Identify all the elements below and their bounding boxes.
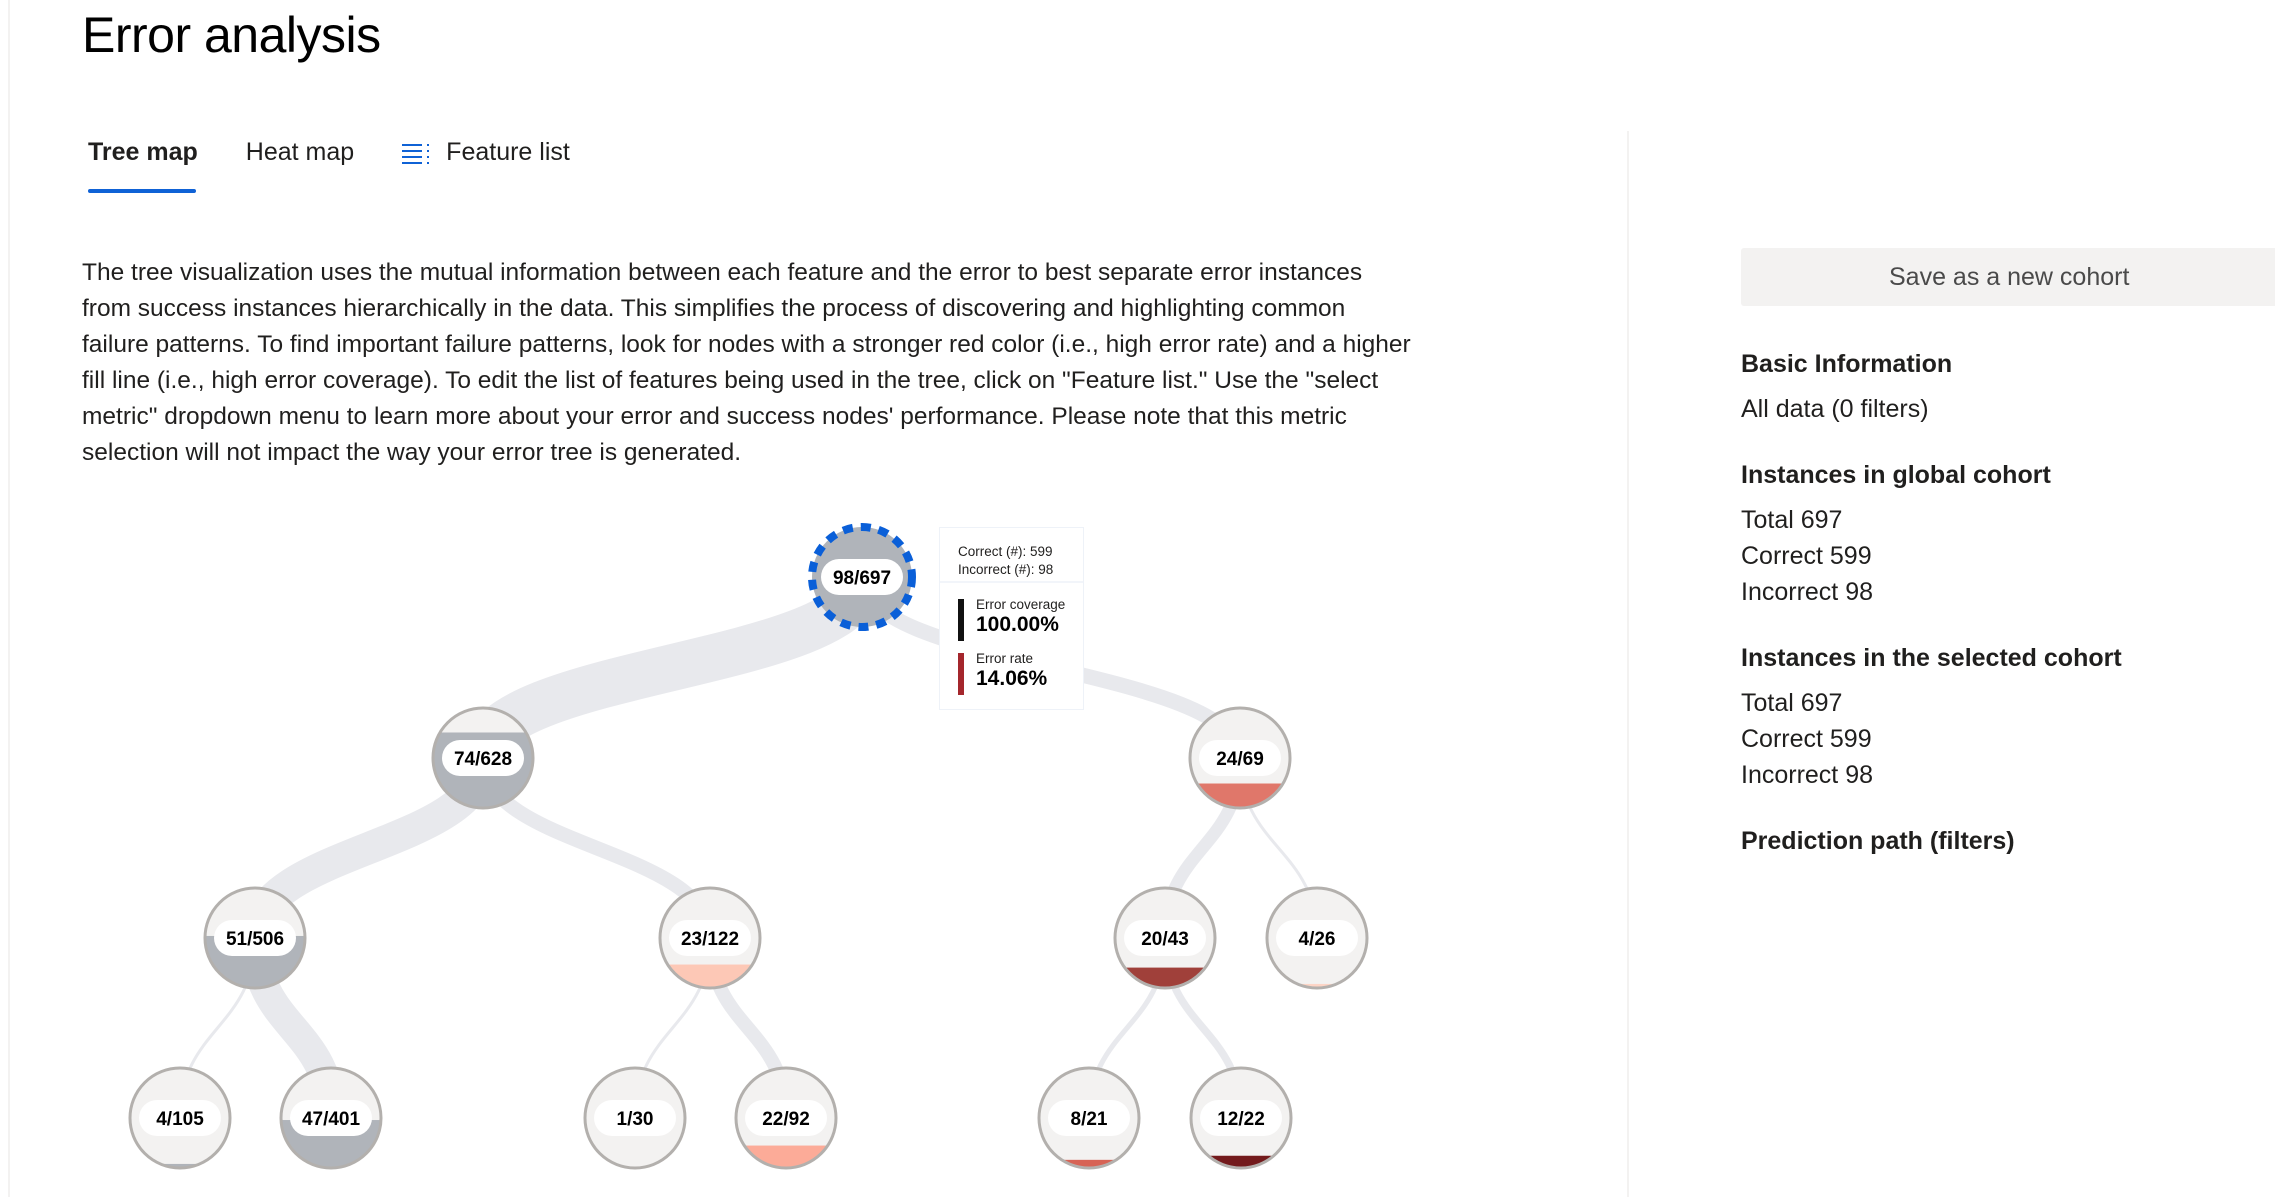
tree-node[interactable]: 23/122 — [658, 886, 762, 990]
coverage-value: 100.00% — [976, 613, 1059, 636]
node-label: 12/22 — [1217, 1109, 1265, 1130]
node-label: 23/122 — [681, 929, 739, 950]
tab-label: Feature list — [446, 138, 570, 166]
tab-label: Tree map — [88, 138, 198, 166]
tree-node[interactable]: 47/401 — [279, 1066, 383, 1170]
node-label: 74/628 — [454, 749, 512, 770]
section-heading: Prediction path (filters) — [1741, 827, 2015, 855]
section-heading: Instances in the selected cohort — [1741, 644, 2122, 672]
save-cohort-button[interactable]: Save as a new cohort — [1741, 248, 2275, 306]
node-label: 8/21 — [1071, 1109, 1108, 1130]
error-tree: 98/697 74/628 24/69 51/506 23/122 20/43 4/26 4/… — [128, 523, 1369, 1170]
section-heading: Instances in global cohort — [1741, 461, 2051, 489]
prediction-path: Prediction path (filters) — [1741, 827, 2261, 856]
tooltip-incorrect: Incorrect (#): 98 — [958, 562, 1054, 577]
selected-incorrect: Incorrect 98 — [1741, 761, 1874, 789]
rate-label: Error rate — [976, 651, 1034, 666]
feature-list-button[interactable]: Feature list — [396, 130, 576, 175]
tree-node[interactable]: 1/30 — [583, 1066, 687, 1170]
section-heading: Basic Information — [1741, 350, 1953, 378]
node-label: 4/26 — [1299, 929, 1336, 950]
tree-node[interactable]: 4/105 — [128, 1066, 232, 1170]
node-label: 20/43 — [1141, 929, 1189, 950]
selected-total: Total 697 — [1741, 689, 1843, 717]
view-tabs: Tree map Heat map Feature list — [82, 130, 612, 194]
rate-value: 14.06% — [976, 667, 1048, 690]
node-label: 51/506 — [226, 929, 284, 950]
tree-description: The tree visualization uses the mutual i… — [82, 259, 1411, 466]
node-label: 24/69 — [1216, 749, 1264, 770]
tooltip-rate: Error rate 14.06% — [940, 651, 1083, 695]
global-cohort-info: Instances in global cohort Total 697 Cor… — [1741, 461, 2261, 610]
node-label: 98/697 — [833, 568, 891, 589]
tab-tree-map[interactable]: Tree map — [82, 130, 204, 193]
global-total: Total 697 — [1741, 506, 1843, 534]
node-label: 22/92 — [762, 1109, 810, 1130]
cohort-info-panel: Basic Information All data (0 filters) I… — [1741, 350, 2261, 890]
tree-links — [178, 573, 1319, 1119]
coverage-label: Error coverage — [976, 597, 1066, 612]
tree-node[interactable]: 8/21 — [1037, 1066, 1141, 1170]
tab-heat-map[interactable]: Heat map — [240, 130, 360, 175]
node-label: 1/30 — [617, 1109, 654, 1130]
tab-label: Heat map — [245, 138, 355, 166]
tooltip-correct: Correct (#): 599 — [958, 544, 1053, 559]
selected-cohort-info: Instances in the selected cohort Total 6… — [1741, 644, 2261, 793]
panel-divider — [1627, 131, 1629, 1197]
tooltip-counts: Correct (#): 599 Incorrect (#): 98 — [940, 528, 1083, 583]
tree-node[interactable]: 24/69 — [1188, 706, 1292, 810]
coverage-bar-icon — [958, 599, 964, 641]
selected-correct: Correct 599 — [1741, 725, 1872, 753]
tree-node[interactable]: 22/92 — [734, 1066, 838, 1170]
error-coverage-fill — [1191, 1155, 1291, 1168]
tree-node[interactable]: 4/26 — [1265, 886, 1369, 990]
page-title: Error analysis — [82, 7, 381, 63]
rate-bar-icon — [958, 653, 964, 695]
tree-node[interactable]: 74/628 — [431, 706, 535, 810]
tree-node[interactable]: 51/506 — [203, 886, 307, 990]
node-label: 47/401 — [302, 1109, 361, 1130]
error-coverage-fill — [1115, 967, 1215, 988]
global-correct: Correct 599 — [1741, 542, 1872, 570]
tree-link — [459, 573, 886, 762]
list-icon — [402, 142, 432, 164]
tree-node[interactable]: 12/22 — [1189, 1066, 1293, 1170]
tree-nodes: 98/697 74/628 24/69 51/506 23/122 20/43 4/26 4/… — [128, 523, 1369, 1170]
tooltip-coverage: Error coverage 100.00% — [940, 597, 1083, 641]
filters-summary: All data (0 filters) — [1741, 395, 1929, 423]
error-coverage-fill — [660, 964, 760, 988]
global-incorrect: Incorrect 98 — [1741, 578, 1874, 606]
tree-node[interactable]: 20/43 — [1113, 886, 1217, 990]
node-tooltip: Correct (#): 599 Incorrect (#): 98 Error… — [939, 527, 1084, 710]
tree-node-root[interactable]: 98/697 — [808, 523, 916, 631]
basic-information: Basic Information All data (0 filters) — [1741, 350, 2261, 427]
node-label: 4/105 — [156, 1109, 204, 1130]
error-coverage-fill — [736, 1145, 836, 1168]
